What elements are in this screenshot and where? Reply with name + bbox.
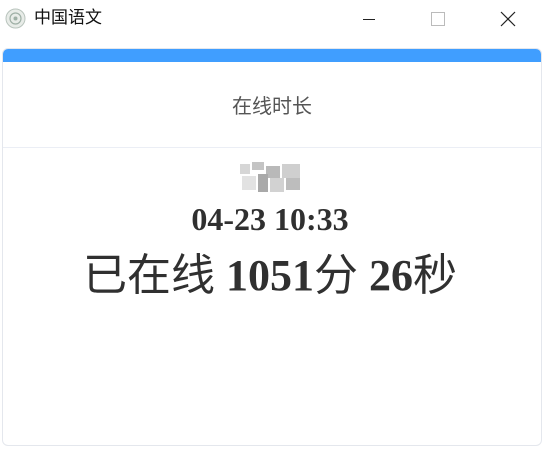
online-prefix: 已在线: [83, 251, 226, 300]
app-logo-icon: [5, 8, 26, 29]
card-accent-bar: [3, 49, 541, 62]
maximize-button[interactable]: [413, 0, 463, 37]
close-button[interactable]: [483, 0, 533, 37]
card-title: 在线时长: [232, 94, 312, 118]
minimize-icon: [363, 18, 375, 20]
window-title: 中国语文: [34, 8, 102, 28]
online-minutes: 1051: [226, 251, 314, 300]
title-bar: 中国语文: [0, 0, 545, 37]
minimize-button[interactable]: [344, 0, 394, 37]
online-duration: 已在线 1051分 26秒: [0, 239, 540, 303]
minutes-unit: 分: [314, 251, 369, 300]
card-header: 在线时长: [3, 62, 541, 148]
seconds-unit: 秒: [413, 251, 457, 300]
online-seconds: 26: [369, 251, 413, 300]
close-icon: [500, 11, 516, 26]
blurred-user-name: [238, 160, 306, 196]
maximize-icon: [431, 11, 445, 26]
login-datetime: 04-23 10:33: [191, 201, 349, 237]
